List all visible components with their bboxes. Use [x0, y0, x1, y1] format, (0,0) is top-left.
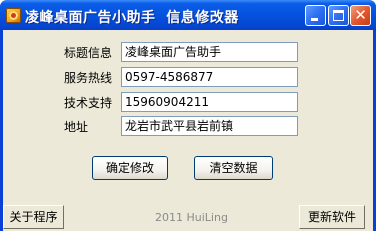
about-button[interactable]: 关于程序 [3, 205, 64, 229]
app-window: 凌峰桌面广告小助手 信息修改器 ✕ 标题信息 凌峰桌面广告助手 服务热线 059… [0, 0, 376, 231]
hotline-label: 服务热线 [64, 71, 113, 85]
maximize-button[interactable] [328, 5, 349, 26]
close-icon: ✕ [354, 6, 367, 24]
title-bar[interactable]: 凌峰桌面广告小助手 信息修改器 ✕ [0, 0, 376, 30]
credit-text: 2011 HuiLing [155, 211, 228, 224]
update-button[interactable]: 更新软件 [299, 205, 365, 229]
hotline-field[interactable]: 0597-4586877 [121, 67, 298, 87]
support-label: 技术支持 [64, 96, 113, 110]
address-label: 地址 [64, 120, 89, 134]
title-info-label: 标题信息 [64, 46, 113, 60]
client-area: 标题信息 凌峰桌面广告助手 服务热线 0597-4586877 技术支持 159… [3, 30, 373, 231]
minimize-icon [311, 18, 318, 21]
app-icon [6, 8, 21, 23]
minimize-button[interactable] [305, 5, 326, 26]
support-field[interactable]: 15960904211 [121, 92, 298, 112]
maximize-icon [333, 10, 344, 21]
confirm-button[interactable]: 确定修改 [92, 156, 168, 180]
address-field[interactable]: 龙岩市武平县岩前镇 [121, 116, 298, 136]
window-title: 凌峰桌面广告小助手 信息修改器 [25, 10, 239, 26]
clear-button[interactable]: 清空数据 [194, 156, 273, 180]
title-info-field[interactable]: 凌峰桌面广告助手 [121, 42, 298, 62]
close-button[interactable]: ✕ [350, 5, 371, 26]
